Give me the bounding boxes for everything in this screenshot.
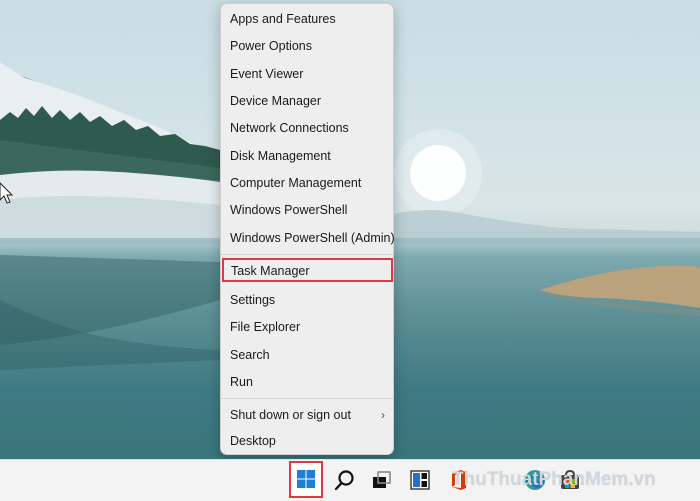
task-view-icon[interactable] bbox=[369, 468, 393, 492]
menu-item-desktop[interactable]: Desktop bbox=[225, 429, 391, 453]
menu-separator bbox=[221, 398, 393, 399]
menu-item-label: Shut down or sign out bbox=[230, 408, 351, 422]
menu-item-windows-powershell-admin[interactable]: Windows PowerShell (Admin) bbox=[225, 226, 395, 250]
menu-item-file-explorer[interactable]: File Explorer bbox=[225, 315, 391, 339]
watermark-text: ThuThuatPhanMem.vn bbox=[452, 469, 656, 490]
menu-item-disk-management[interactable]: Disk Management bbox=[225, 144, 391, 168]
windows-start-icon bbox=[297, 470, 315, 488]
menu-item-shut-down-or-sign-out[interactable]: Shut down or sign out › bbox=[225, 403, 391, 427]
menu-item-network-connections[interactable]: Network Connections bbox=[225, 116, 391, 140]
menu-item-search[interactable]: Search bbox=[225, 343, 391, 367]
quick-link-context-menu: Apps and Features Power Options Event Vi… bbox=[220, 3, 395, 455]
search-icon[interactable] bbox=[333, 468, 357, 492]
chevron-right-icon: › bbox=[381, 408, 385, 422]
menu-item-task-manager[interactable]: Task Manager bbox=[222, 258, 393, 282]
menu-item-device-manager[interactable]: Device Manager bbox=[225, 89, 391, 113]
menu-item-computer-management[interactable]: Computer Management bbox=[225, 171, 391, 195]
menu-item-windows-powershell[interactable]: Windows PowerShell bbox=[225, 198, 391, 222]
taskbar: ThuThuatPhanMem.vn bbox=[0, 459, 700, 501]
menu-separator bbox=[221, 254, 393, 255]
menu-item-run[interactable]: Run bbox=[225, 370, 391, 394]
menu-item-event-viewer[interactable]: Event Viewer bbox=[225, 62, 391, 86]
start-button[interactable] bbox=[289, 461, 323, 498]
widgets-icon[interactable] bbox=[408, 468, 432, 492]
menu-item-settings[interactable]: Settings bbox=[225, 288, 391, 312]
menu-item-power-options[interactable]: Power Options bbox=[225, 34, 391, 58]
menu-item-apps-and-features[interactable]: Apps and Features bbox=[225, 7, 391, 31]
